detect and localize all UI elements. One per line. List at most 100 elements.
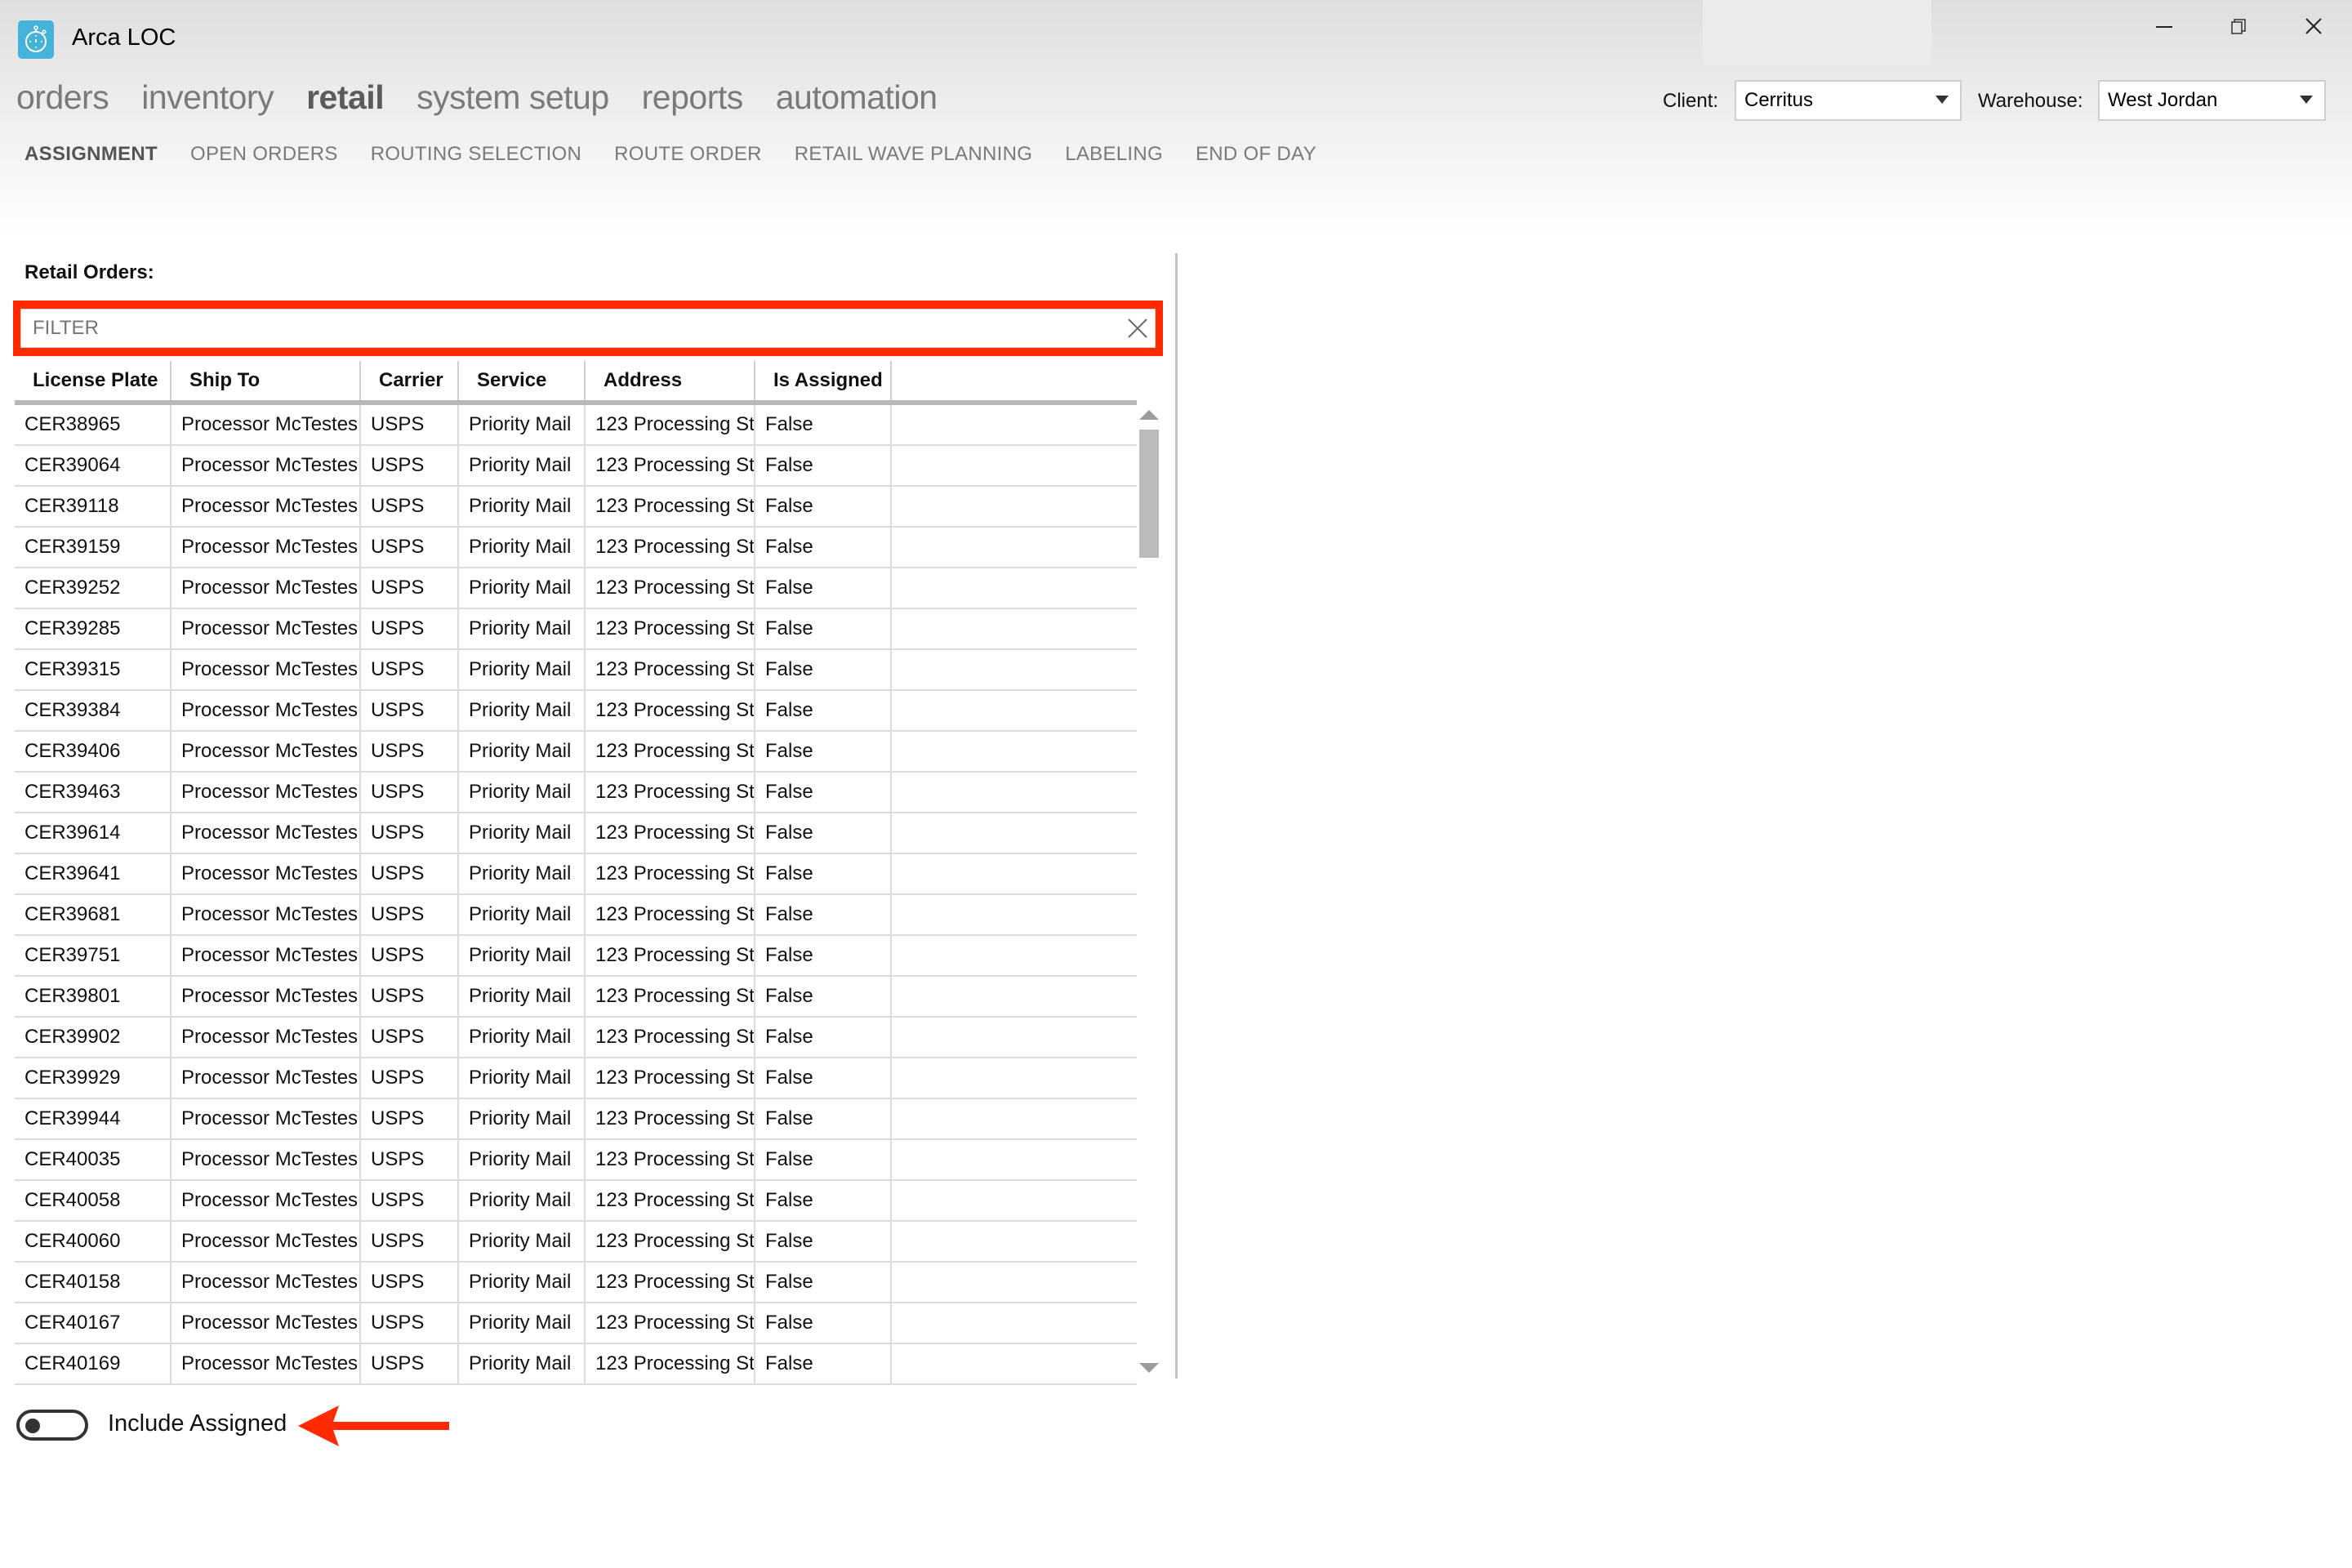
client-select[interactable]: Cerritus: [1735, 80, 1962, 121]
table-row[interactable]: CER40035 Processor McTestes USPS Priority M…: [15, 1140, 1137, 1181]
include-assigned-label: Include Assigned: [108, 1410, 287, 1437]
cell-service: Priority Mail: [459, 528, 586, 567]
table-row[interactable]: CER39159 Processor McTestes USPS Priority M…: [15, 528, 1137, 568]
cell-carrier: USPS: [361, 1181, 459, 1220]
cell-license-plate: CER39064: [15, 446, 172, 485]
column-header-carrier[interactable]: Carrier: [361, 361, 459, 400]
cell-ship-to: Processor McTestes: [172, 1058, 361, 1098]
nav-reports[interactable]: reports: [642, 78, 744, 117]
cell-ship-to: Processor McTestes: [172, 1018, 361, 1057]
cell-is-assigned: False: [755, 1263, 892, 1302]
table-row[interactable]: CER40060 Processor McTestes USPS Priority M…: [15, 1222, 1137, 1263]
tab-assignment[interactable]: ASSIGNMENT: [24, 143, 158, 166]
cell-address: 123 Processing St: [586, 1263, 755, 1302]
cell-service: Priority Mail: [459, 1303, 586, 1343]
table-row[interactable]: CER39384 Processor McTestes USPS Priority M…: [15, 691, 1137, 732]
table-row[interactable]: CER39681 Processor McTestes USPS Priority M…: [15, 895, 1137, 936]
cell-filler: [892, 854, 1137, 893]
cell-carrier: USPS: [361, 528, 459, 567]
table-row[interactable]: CER39751 Processor McTestes USPS Priority M…: [15, 936, 1137, 977]
tab-retail-wave-planning[interactable]: RETAIL WAVE PLANNING: [795, 143, 1032, 166]
cell-license-plate: CER40167: [15, 1303, 172, 1343]
column-header-is-assigned[interactable]: Is Assigned: [755, 361, 892, 400]
cell-filler: [892, 1018, 1137, 1057]
close-window-button[interactable]: [2293, 11, 2334, 41]
column-header-ship-to[interactable]: Ship To: [172, 361, 361, 400]
panel-divider: [1175, 253, 1178, 1379]
cell-address: 123 Processing St: [586, 895, 755, 934]
table-row[interactable]: CER39929 Processor McTestes USPS Priority M…: [15, 1058, 1137, 1099]
column-header-service[interactable]: Service: [459, 361, 586, 400]
scrollbar-thumb[interactable]: [1139, 430, 1159, 558]
filter-input[interactable]: [20, 309, 1156, 348]
cell-is-assigned: False: [755, 650, 892, 689]
cell-filler: [892, 1181, 1137, 1220]
cell-service: Priority Mail: [459, 1018, 586, 1057]
table-row[interactable]: CER39902 Processor McTestes USPS Priority M…: [15, 1018, 1137, 1058]
cell-ship-to: Processor McTestes: [172, 977, 361, 1016]
warehouse-select[interactable]: West Jordan: [2098, 80, 2326, 121]
cell-ship-to: Processor McTestes: [172, 1303, 361, 1343]
cell-license-plate: CER39944: [15, 1099, 172, 1138]
table-row[interactable]: CER39064 Processor McTestes USPS Priority M…: [15, 446, 1137, 487]
cell-license-plate: CER40169: [15, 1344, 172, 1383]
cell-carrier: USPS: [361, 691, 459, 730]
tab-route-order[interactable]: ROUTE ORDER: [614, 143, 762, 166]
grid-scrollbar[interactable]: [1139, 405, 1159, 1379]
table-row[interactable]: CER39285 Processor McTestes USPS Priority M…: [15, 609, 1137, 650]
tab-open-orders[interactable]: OPEN ORDERS: [190, 143, 338, 166]
table-row[interactable]: CER40158 Processor McTestes USPS Priority M…: [15, 1263, 1137, 1303]
table-row[interactable]: CER39252 Processor McTestes USPS Priority M…: [15, 568, 1137, 609]
cell-service: Priority Mail: [459, 487, 586, 526]
cell-is-assigned: False: [755, 773, 892, 812]
table-row[interactable]: CER39944 Processor McTestes USPS Priority M…: [15, 1099, 1137, 1140]
tab-routing-selection[interactable]: ROUTING SELECTION: [371, 143, 581, 166]
nav-automation[interactable]: automation: [776, 78, 938, 117]
table-row[interactable]: CER39641 Processor McTestes USPS Priority M…: [15, 854, 1137, 895]
cell-carrier: USPS: [361, 446, 459, 485]
cell-filler: [892, 977, 1137, 1016]
cell-service: Priority Mail: [459, 691, 586, 730]
table-row[interactable]: CER39406 Processor McTestes USPS Priority M…: [15, 732, 1137, 773]
cell-address: 123 Processing St: [586, 936, 755, 975]
chevron-down-icon: [2300, 96, 2313, 104]
table-row[interactable]: CER40167 Processor McTestes USPS Priority M…: [15, 1303, 1137, 1344]
cell-address: 123 Processing St: [586, 650, 755, 689]
cell-is-assigned: False: [755, 1344, 892, 1383]
tab-labeling[interactable]: LABELING: [1065, 143, 1163, 166]
tab-end-of-day[interactable]: END OF DAY: [1196, 143, 1316, 166]
cell-ship-to: Processor McTestes: [172, 1344, 361, 1383]
scroll-down-arrow-icon[interactable]: [1139, 1363, 1159, 1373]
table-row[interactable]: CER40058 Processor McTestes USPS Priority M…: [15, 1181, 1137, 1222]
nav-inventory[interactable]: inventory: [141, 78, 274, 117]
table-row[interactable]: CER39614 Processor McTestes USPS Priority M…: [15, 813, 1137, 854]
table-row[interactable]: CER39463 Processor McTestes USPS Priority M…: [15, 773, 1137, 813]
cell-is-assigned: False: [755, 1099, 892, 1138]
cell-is-assigned: False: [755, 568, 892, 608]
nav-system-setup[interactable]: system setup: [416, 78, 609, 117]
table-row[interactable]: CER38965 Processor McTestes USPS Priority M…: [15, 405, 1137, 446]
cell-is-assigned: False: [755, 813, 892, 853]
cell-ship-to: Processor McTestes: [172, 405, 361, 444]
cell-carrier: USPS: [361, 1099, 459, 1138]
nav-retail[interactable]: retail: [306, 78, 385, 117]
cell-carrier: USPS: [361, 1018, 459, 1057]
minimize-button[interactable]: [2144, 11, 2185, 41]
scroll-up-arrow-icon[interactable]: [1139, 410, 1159, 420]
table-row[interactable]: CER39315 Processor McTestes USPS Priority M…: [15, 650, 1137, 691]
table-row[interactable]: CER39118 Processor McTestes USPS Priority M…: [15, 487, 1137, 528]
retail-orders-label: Retail Orders:: [24, 261, 154, 283]
cell-license-plate: CER39801: [15, 977, 172, 1016]
restore-button[interactable]: [2218, 11, 2259, 41]
column-header-license-plate[interactable]: License Plate: [15, 361, 172, 400]
nav-orders[interactable]: orders: [16, 78, 109, 117]
table-row[interactable]: CER39801 Processor McTestes USPS Priority M…: [15, 977, 1137, 1018]
grid-header: License Plate Ship To Carrier Service Ad…: [15, 361, 1137, 405]
retail-orders-grid: License Plate Ship To Carrier Service Ad…: [15, 361, 1137, 1385]
clear-filter-button[interactable]: [1124, 314, 1152, 342]
cell-ship-to: Processor McTestes: [172, 1222, 361, 1261]
cell-ship-to: Processor McTestes: [172, 568, 361, 608]
include-assigned-toggle[interactable]: [16, 1410, 88, 1441]
table-row[interactable]: CER40169 Processor McTestes USPS Priority M…: [15, 1344, 1137, 1385]
column-header-address[interactable]: Address: [586, 361, 755, 400]
